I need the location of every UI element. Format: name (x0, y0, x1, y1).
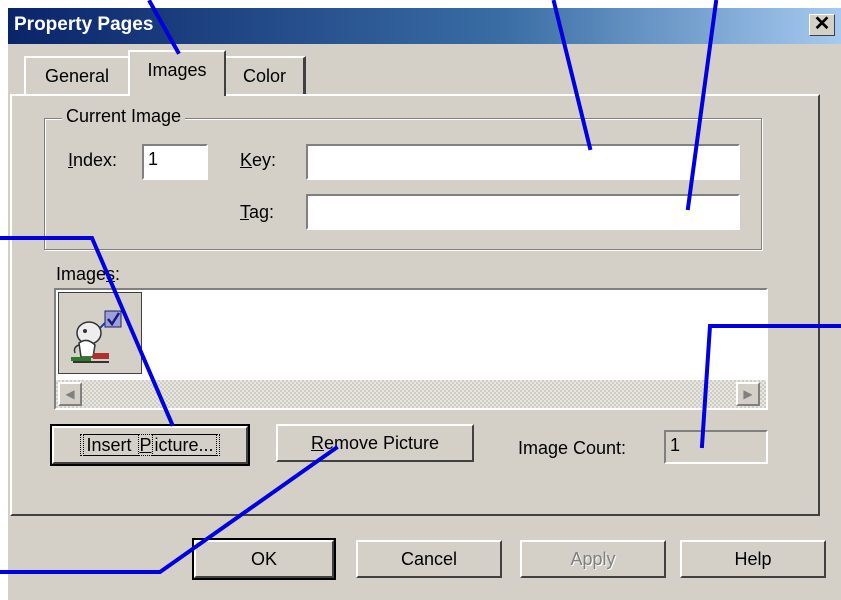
ok-label: OK (250, 549, 277, 569)
window-title: Property Pages (14, 14, 154, 35)
help-label: Help (734, 549, 772, 569)
insert-picture-label: Insert Picture... (80, 434, 220, 456)
tab-color[interactable]: Color (224, 56, 306, 94)
scroll-right-arrow-icon: ▶ (743, 387, 753, 401)
ok-button[interactable]: OK (192, 538, 336, 580)
insert-picture-button[interactable]: Insert Picture... (50, 424, 250, 466)
images-label: Images: (56, 264, 121, 284)
scroll-left-button[interactable]: ◀ (58, 382, 82, 406)
tag-field[interactable] (306, 194, 740, 230)
tab-images[interactable]: Images (128, 50, 226, 96)
index-label: Index: (68, 150, 118, 170)
cancel-button[interactable]: Cancel (356, 540, 502, 578)
scroll-right-button[interactable]: ▶ (736, 382, 760, 406)
key-label: Key: (240, 150, 277, 170)
close-icon: ✕ (813, 13, 831, 35)
close-button[interactable]: ✕ (809, 14, 835, 36)
tag-label: Tag: (240, 202, 275, 222)
images-listbox[interactable]: ◀ ▶ (54, 288, 768, 410)
current-image-group-label: Current Image (62, 106, 186, 127)
help-button[interactable]: Help (680, 540, 826, 578)
apply-button[interactable]: Apply (520, 540, 666, 578)
current-image-group (44, 118, 762, 250)
title-bar: Property Pages ✕ (8, 8, 841, 44)
remove-picture-label: Remove Picture (310, 433, 440, 453)
image-count-value: 1 (670, 435, 681, 455)
image-thumbnail[interactable] (58, 292, 142, 374)
tab-general-label: General (44, 66, 110, 86)
tab-general[interactable]: General (24, 56, 130, 94)
key-field[interactable] (306, 144, 740, 180)
image-count-label: Image Count: (518, 438, 627, 458)
index-field[interactable]: 1 (142, 144, 208, 180)
scroll-left-arrow-icon: ◀ (65, 387, 75, 401)
picture-wizard-icon (71, 310, 122, 363)
tab-color-label: Color (242, 66, 286, 86)
images-horizontal-scrollbar[interactable]: ◀ ▶ (56, 380, 766, 408)
apply-label: Apply (570, 549, 616, 569)
index-value: 1 (148, 149, 159, 169)
image-count-field: 1 (664, 430, 768, 464)
remove-picture-button[interactable]: Remove Picture (276, 424, 474, 462)
cancel-label: Cancel (400, 549, 458, 569)
tab-images-label: Images (147, 60, 207, 80)
